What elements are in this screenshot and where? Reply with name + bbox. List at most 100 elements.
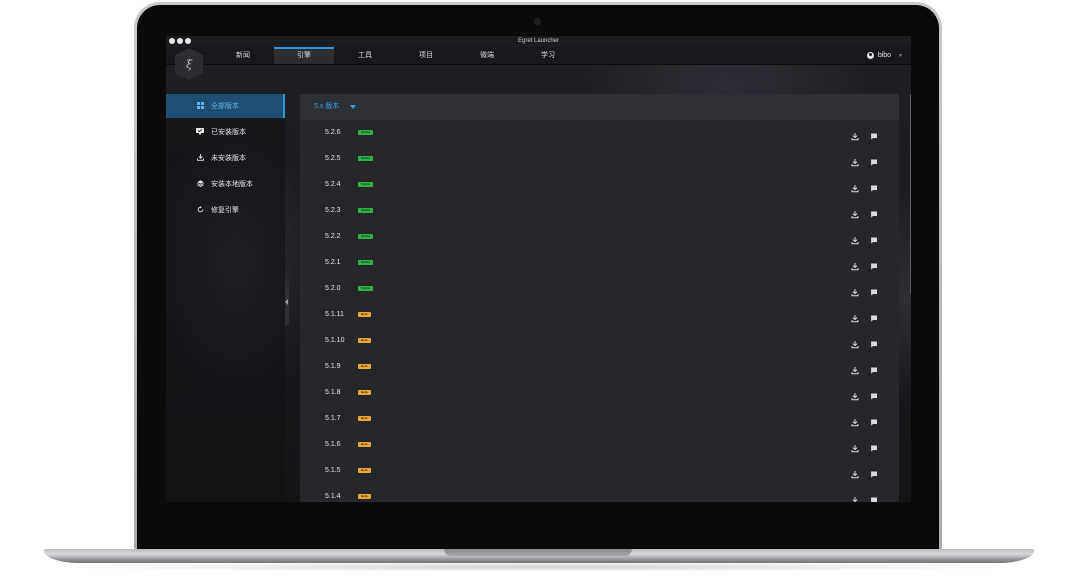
release-notes-icon[interactable] xyxy=(870,180,878,192)
sidebar-item-label: 安装本地版本 xyxy=(211,181,253,188)
release-notes-icon[interactable] xyxy=(870,284,878,296)
sidebar-item-repair-engine[interactable]: 修复引擎 xyxy=(166,198,285,222)
release-badge: Beta xyxy=(358,494,371,499)
chevron-down-icon: ▼ xyxy=(898,52,903,59)
download-icon[interactable] xyxy=(851,492,859,502)
version-filter-dropdown[interactable]: 5.x 版本 xyxy=(314,94,339,120)
download-icon[interactable] xyxy=(851,206,859,219)
release-badge: Stable xyxy=(358,286,374,291)
version-row[interactable]: 5.1.5 Beta xyxy=(300,458,899,484)
laptop-shadow xyxy=(60,562,1016,572)
release-notes-icon[interactable] xyxy=(870,388,878,400)
sidebar: 全部版本 已安装版本 未安装版本 安装本地版本 修复引擎 xyxy=(166,94,285,502)
version-number: 5.2.1 xyxy=(325,259,341,266)
download-icon[interactable] xyxy=(851,258,859,271)
download-icon[interactable] xyxy=(851,232,859,245)
tab-news[interactable]: 新闻 xyxy=(213,47,273,64)
monitor-check-icon xyxy=(195,127,205,137)
version-row[interactable]: 5.1.9 Beta xyxy=(300,354,899,380)
release-badge: Beta xyxy=(358,416,371,421)
app-window: Egret Launcher 新闻 引擎 工具 项目 微端 学习 bibo ▼ … xyxy=(166,36,911,502)
tab-engine[interactable]: 引擎 xyxy=(274,47,334,64)
version-row[interactable]: 5.2.2 Stable xyxy=(300,224,899,250)
sidebar-item-label: 全部版本 xyxy=(211,103,239,110)
release-notes-icon[interactable] xyxy=(870,414,878,426)
layers-icon xyxy=(195,179,205,189)
release-notes-icon[interactable] xyxy=(870,258,878,270)
version-row[interactable]: 5.2.1 Stable xyxy=(300,250,899,276)
caret-down-icon[interactable] xyxy=(350,105,356,109)
laptop-notch xyxy=(444,549,632,556)
version-number: 5.2.5 xyxy=(325,155,341,162)
sidebar-item-install-local-version[interactable]: 安装本地版本 xyxy=(166,172,285,196)
version-number: 5.1.5 xyxy=(325,467,341,474)
user-menu[interactable]: bibo ▼ xyxy=(866,47,903,64)
version-row[interactable]: 5.1.8 Beta xyxy=(300,380,899,406)
release-notes-icon[interactable] xyxy=(870,128,878,140)
release-notes-icon[interactable] xyxy=(870,440,878,452)
release-badge: Beta xyxy=(358,338,371,343)
release-notes-icon[interactable] xyxy=(870,154,878,166)
release-badge: Beta xyxy=(358,312,371,317)
download-icon[interactable] xyxy=(851,154,859,167)
version-number: 5.2.0 xyxy=(325,285,341,292)
version-row[interactable]: 5.2.6 Stable xyxy=(300,120,899,146)
version-row[interactable]: 5.1.6 Beta xyxy=(300,432,899,458)
user-name: bibo xyxy=(877,52,892,59)
sidebar-item-installed-versions[interactable]: 已安装版本 xyxy=(166,120,285,144)
download-icon[interactable] xyxy=(851,440,859,453)
version-number: 5.1.8 xyxy=(325,389,341,396)
version-row[interactable]: 5.1.7 Beta xyxy=(300,406,899,432)
download-icon[interactable] xyxy=(851,310,859,323)
tab-tools[interactable]: 工具 xyxy=(335,47,395,64)
download-icon[interactable] xyxy=(851,284,859,297)
download-icon[interactable] xyxy=(851,336,859,349)
tab-micro-client[interactable]: 微端 xyxy=(457,47,517,64)
download-icon[interactable] xyxy=(851,414,859,427)
version-row[interactable]: 5.2.4 Stable xyxy=(300,172,899,198)
user-icon xyxy=(866,52,874,59)
sidebar-collapse-handle[interactable] xyxy=(285,279,289,325)
version-row[interactable]: 5.2.0 Stable xyxy=(300,276,899,302)
version-row[interactable]: 5.1.10 Beta xyxy=(300,328,899,354)
release-badge: Stable xyxy=(358,130,374,135)
release-badge: Beta xyxy=(358,390,371,395)
download-icon[interactable] xyxy=(851,128,859,141)
top-nav: 新闻 引擎 工具 项目 微端 学习 bibo ▼ xyxy=(166,47,911,65)
version-number: 5.2.6 xyxy=(325,129,341,136)
version-row[interactable]: 5.2.3 Stable xyxy=(300,198,899,224)
tab-projects[interactable]: 项目 xyxy=(396,47,456,64)
release-notes-icon[interactable] xyxy=(870,492,878,502)
scrollbar[interactable] xyxy=(910,94,911,294)
sidebar-item-all-versions[interactable]: 全部版本 xyxy=(166,94,285,118)
release-badge: Beta xyxy=(358,442,371,447)
download-icon[interactable] xyxy=(851,180,859,193)
egret-logo-icon: ξ xyxy=(185,57,193,71)
release-badge: Stable xyxy=(358,156,374,161)
release-badge: Stable xyxy=(358,182,374,187)
sidebar-item-not-installed-versions[interactable]: 未安装版本 xyxy=(166,146,285,170)
release-badge: Beta xyxy=(358,364,371,369)
version-row[interactable]: 5.2.5 Stable xyxy=(300,146,899,172)
release-notes-icon[interactable] xyxy=(870,466,878,478)
grid-icon xyxy=(195,101,205,111)
release-badge: Beta xyxy=(358,468,371,473)
release-notes-icon[interactable] xyxy=(870,206,878,218)
download-icon[interactable] xyxy=(851,362,859,375)
version-number: 5.1.10 xyxy=(325,337,345,344)
version-number: 5.1.9 xyxy=(325,363,341,370)
version-number: 5.1.6 xyxy=(325,441,341,448)
release-notes-icon[interactable] xyxy=(870,362,878,374)
release-notes-icon[interactable] xyxy=(870,336,878,348)
download-icon[interactable] xyxy=(851,388,859,401)
download-icon[interactable] xyxy=(851,466,859,479)
release-notes-icon[interactable] xyxy=(870,232,878,244)
version-row[interactable]: 5.1.4 Beta xyxy=(300,484,899,502)
tab-learn[interactable]: 学习 xyxy=(518,47,578,64)
version-filter-bar: 5.x 版本 xyxy=(300,94,899,120)
version-row[interactable]: 5.1.11 Beta xyxy=(300,302,899,328)
versions-panel: 5.x 版本 5.2.6 Stable 5.2.5 Stable 5.2.4 Stable… xyxy=(300,94,899,502)
version-number: 5.1.7 xyxy=(325,415,341,422)
version-number: 5.2.2 xyxy=(325,233,341,240)
release-notes-icon[interactable] xyxy=(870,310,878,322)
